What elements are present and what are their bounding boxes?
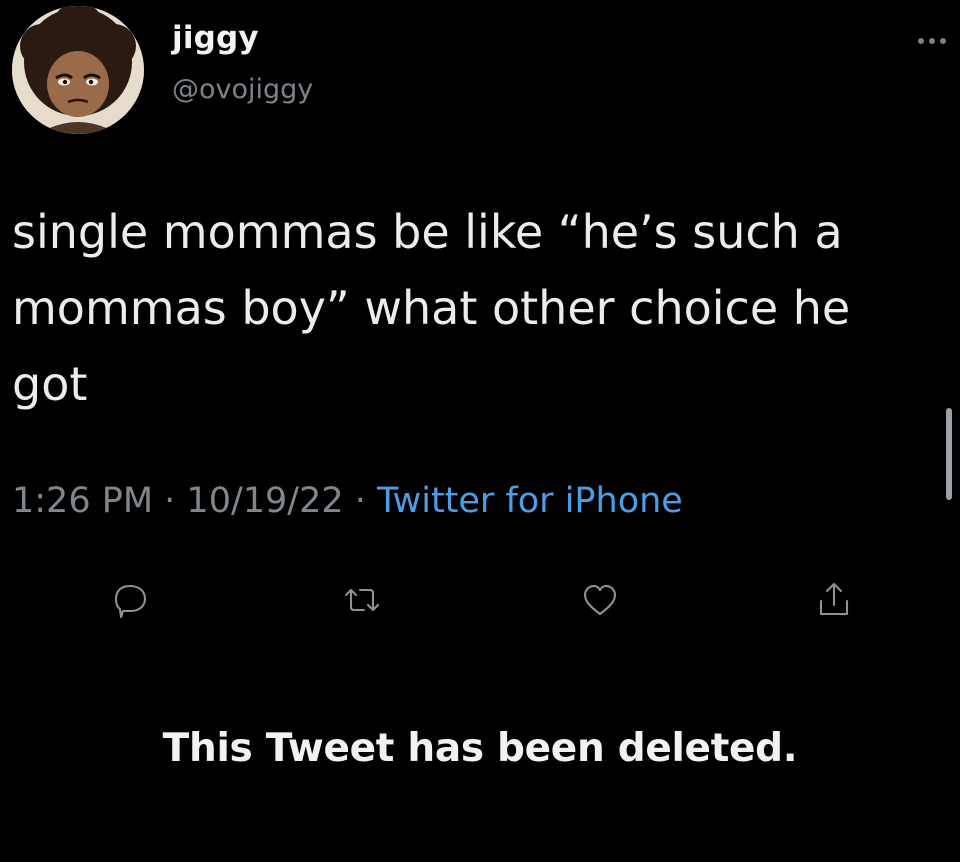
- tweet-actions: [0, 570, 960, 630]
- tweet-meta: 1:26 PM · 10/19/22 · Twitter for iPhone: [12, 481, 683, 521]
- author-name[interactable]: jiggy: [172, 20, 259, 56]
- tweet-text: single mommas be like “he’s such a momma…: [12, 205, 851, 411]
- tweet-source-link[interactable]: Twitter for iPhone: [377, 481, 683, 521]
- more-dot: [918, 38, 924, 44]
- author-handle[interactable]: @ovojiggy: [172, 74, 313, 105]
- tweet-card: jiggy @ovojiggy single mommas be like “h…: [0, 0, 960, 862]
- more-dot: [940, 38, 946, 44]
- share-button[interactable]: [804, 570, 864, 630]
- reply-icon: [114, 584, 147, 619]
- like-button[interactable]: [570, 570, 630, 630]
- meta-separator: ·: [343, 481, 378, 521]
- scrollbar-thumb[interactable]: [946, 408, 952, 500]
- more-dot: [929, 38, 935, 44]
- deleted-notice: This Tweet has been deleted.: [162, 726, 798, 771]
- meta-separator: ·: [153, 481, 187, 521]
- avatar-image: [12, 6, 144, 134]
- tweet-time[interactable]: 1:26 PM: [12, 481, 153, 521]
- heart-icon: [583, 584, 617, 616]
- share-icon: [819, 582, 849, 616]
- avatar[interactable]: [12, 6, 144, 134]
- reply-button[interactable]: [100, 570, 160, 630]
- retweet-icon: [344, 588, 380, 612]
- more-options-icon[interactable]: [918, 36, 952, 46]
- retweet-button[interactable]: [332, 570, 392, 630]
- tweet-date[interactable]: 10/19/22: [186, 481, 343, 521]
